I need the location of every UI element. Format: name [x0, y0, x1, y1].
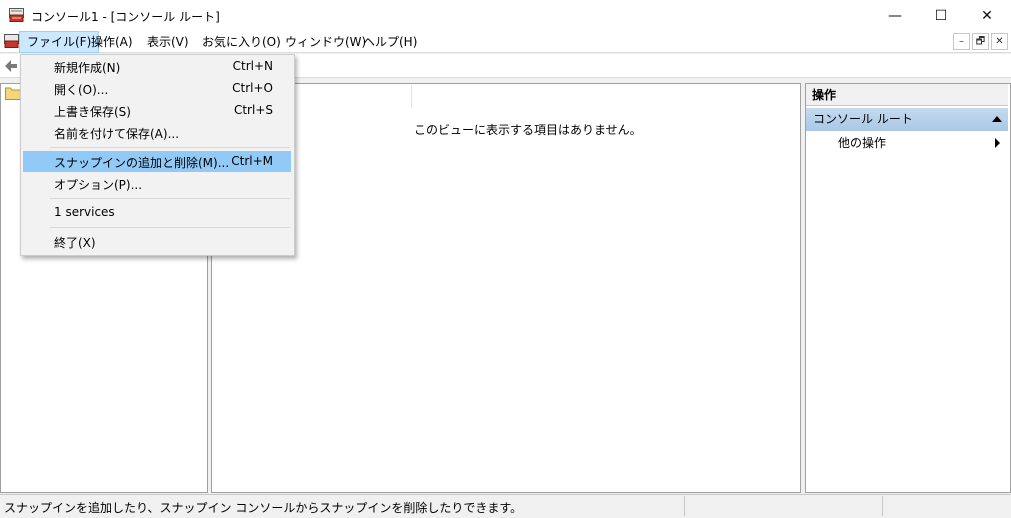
window-title: コンソール1 - [コンソール ルート] — [31, 10, 220, 24]
close-button[interactable]: ✕ — [964, 0, 1010, 31]
status-divider — [684, 496, 685, 516]
menu-view[interactable]: 表示(V) — [140, 31, 196, 53]
mdi-restore-button[interactable]: 🗗 — [972, 33, 989, 50]
submenu-arrow-icon[interactable] — [995, 138, 1000, 148]
status-divider — [882, 496, 883, 516]
collapse-arrow-icon[interactable] — [992, 116, 1002, 122]
column-divider[interactable] — [411, 85, 412, 108]
menu-action[interactable]: 操作(A) — [84, 31, 140, 53]
file-menu-save-as[interactable]: 名前を付けて保存(A)... — [23, 122, 291, 143]
file-menu-exit[interactable]: 終了(X) — [23, 231, 291, 252]
actions-item-more-actions[interactable]: 他の操作 — [838, 135, 886, 151]
menu-item-label: 上書き保存(S) — [54, 105, 131, 119]
menu-favorites[interactable]: お気に入り(O) — [195, 31, 288, 53]
menu-item-label: 開く(O)... — [54, 83, 109, 97]
menu-item-label: スナップインの追加と削除(M)... — [54, 156, 230, 170]
menu-separator — [50, 198, 290, 199]
file-menu-save[interactable]: 上書き保存(S) Ctrl+S — [23, 100, 291, 121]
mdi-minimize-button[interactable]: – — [953, 33, 970, 50]
status-text: スナップインを追加したり、スナップイン コンソールからスナップインを削除したりで… — [4, 501, 523, 515]
menu-item-label: 終了(X) — [54, 236, 96, 250]
actions-section-console-root[interactable]: コンソール ルート — [806, 108, 1008, 131]
menu-item-label: オプション(P)... — [54, 178, 143, 192]
empty-view-message: このビューに表示する項目はありません。 — [414, 123, 642, 137]
minimize-button[interactable]: — — [872, 0, 918, 31]
file-menu-add-remove-snapin[interactable]: スナップインの追加と削除(M)... Ctrl+M — [23, 151, 291, 172]
back-arrow-icon[interactable] — [4, 59, 18, 73]
actions-pane-header: 操作 — [806, 84, 1008, 106]
menu-item-shortcut: Ctrl+O — [232, 81, 273, 95]
file-menu-options[interactable]: オプション(P)... — [23, 173, 291, 194]
menu-item-shortcut: Ctrl+M — [231, 154, 273, 168]
menu-help[interactable]: ヘルプ(H) — [356, 31, 424, 53]
menu-item-label: 名前を付けて保存(A)... — [54, 127, 180, 141]
mmc-app-icon[interactable] — [9, 8, 24, 22]
file-menu-new[interactable]: 新規作成(N) Ctrl+N — [23, 56, 291, 77]
actions-pane — [805, 83, 1011, 493]
menu-item-label: 1 services — [54, 205, 115, 219]
mdi-close-button[interactable]: ✕ — [991, 33, 1008, 50]
maximize-button[interactable]: ☐ — [918, 0, 964, 31]
menu-item-label: 新規作成(N) — [54, 61, 121, 75]
folder-icon[interactable] — [5, 87, 21, 100]
menu-separator — [50, 147, 290, 148]
menu-separator — [50, 227, 290, 228]
console-document-icon[interactable] — [4, 34, 19, 48]
file-menu-open[interactable]: 開く(O)... Ctrl+O — [23, 78, 291, 99]
file-menu-recent-services[interactable]: 1 services — [23, 202, 291, 223]
menu-item-shortcut: Ctrl+S — [233, 103, 273, 117]
result-pane[interactable] — [211, 83, 801, 493]
menu-item-shortcut: Ctrl+N — [232, 59, 273, 73]
